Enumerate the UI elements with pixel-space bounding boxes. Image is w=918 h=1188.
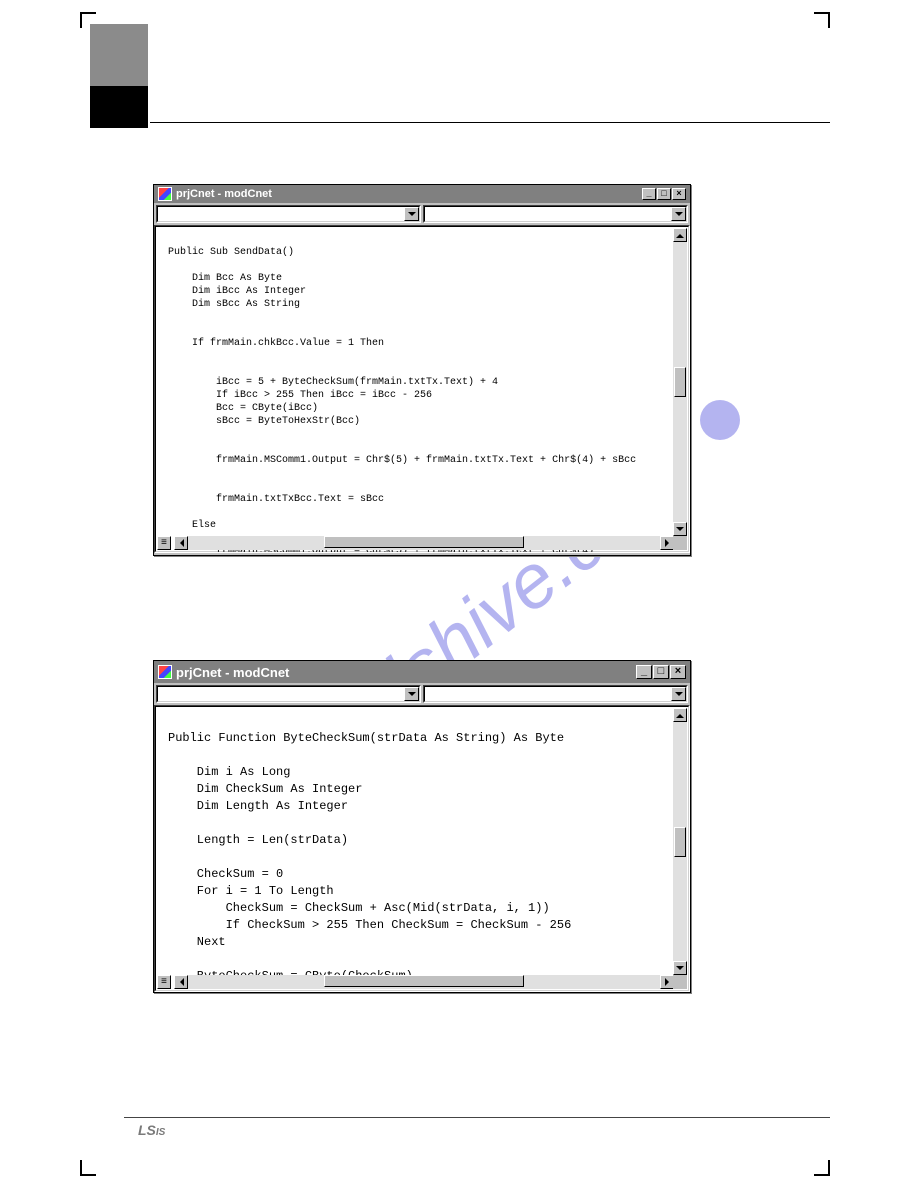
vertical-scrollbar[interactable] bbox=[673, 708, 687, 975]
chevron-down-icon[interactable] bbox=[404, 687, 419, 701]
scroll-thumb[interactable] bbox=[324, 536, 524, 548]
close-button[interactable]: × bbox=[670, 665, 686, 679]
chevron-down-icon[interactable] bbox=[671, 687, 686, 701]
code-editor[interactable]: Public Function ByteCheckSum(strData As … bbox=[154, 705, 690, 992]
scroll-down-icon[interactable] bbox=[673, 961, 687, 975]
object-proc-selectors bbox=[154, 203, 690, 225]
minimize-button[interactable]: _ bbox=[636, 665, 652, 679]
object-combo[interactable] bbox=[156, 205, 421, 223]
object-proc-selectors bbox=[154, 683, 690, 705]
minimize-button[interactable]: _ bbox=[642, 188, 656, 200]
crop-mark-tr bbox=[814, 12, 830, 28]
scroll-right-icon[interactable] bbox=[660, 975, 674, 989]
horizontal-scrollbar[interactable] bbox=[174, 536, 674, 550]
horizontal-scrollbar[interactable] bbox=[174, 975, 674, 989]
scroll-up-icon[interactable] bbox=[673, 708, 687, 722]
object-combo[interactable] bbox=[156, 685, 421, 703]
vb-module-icon bbox=[158, 187, 172, 201]
page-tab-black bbox=[90, 86, 148, 128]
footer-rule bbox=[124, 1117, 830, 1118]
scroll-corner bbox=[673, 536, 687, 550]
header-rule bbox=[150, 122, 830, 123]
code-editor[interactable]: Public Sub SendData() Dim Bcc As Byte Di… bbox=[154, 225, 690, 553]
scroll-thumb[interactable] bbox=[674, 367, 686, 397]
titlebar[interactable]: prjCnet - modCnet _ □ × bbox=[154, 185, 690, 203]
scroll-thumb[interactable] bbox=[674, 827, 686, 857]
code-window-bytechecksum: prjCnet - modCnet _ □ × Public Function … bbox=[153, 660, 691, 993]
proc-view-button[interactable]: ≡ bbox=[157, 536, 171, 550]
maximize-button[interactable]: □ bbox=[653, 665, 669, 679]
proc-view-button[interactable]: ≡ bbox=[157, 975, 171, 989]
code-text[interactable]: Public Sub SendData() Dim Bcc As Byte Di… bbox=[156, 227, 688, 553]
scroll-thumb[interactable] bbox=[324, 975, 524, 987]
scroll-left-icon[interactable] bbox=[174, 975, 188, 989]
scroll-up-icon[interactable] bbox=[673, 228, 687, 242]
vertical-scrollbar[interactable] bbox=[673, 228, 687, 536]
footer-logo: LSIS bbox=[138, 1122, 165, 1138]
scroll-right-icon[interactable] bbox=[660, 536, 674, 550]
crop-mark-br bbox=[814, 1160, 830, 1176]
close-button[interactable]: × bbox=[672, 188, 686, 200]
code-text[interactable]: Public Function ByteCheckSum(strData As … bbox=[156, 707, 688, 992]
code-window-senddata: prjCnet - modCnet _ □ × Public Sub SendD… bbox=[153, 184, 691, 556]
scroll-left-icon[interactable] bbox=[174, 536, 188, 550]
vb-module-icon bbox=[158, 665, 172, 679]
chevron-down-icon[interactable] bbox=[671, 207, 686, 221]
titlebar[interactable]: prjCnet - modCnet _ □ × bbox=[154, 661, 690, 683]
crop-mark-bl bbox=[80, 1160, 96, 1176]
scroll-corner bbox=[673, 975, 687, 989]
procedure-combo[interactable] bbox=[423, 685, 688, 703]
window-title: prjCnet - modCnet bbox=[176, 188, 272, 200]
chevron-down-icon[interactable] bbox=[404, 207, 419, 221]
window-title: prjCnet - modCnet bbox=[176, 665, 289, 680]
scroll-down-icon[interactable] bbox=[673, 522, 687, 536]
procedure-combo[interactable] bbox=[423, 205, 688, 223]
maximize-button[interactable]: □ bbox=[657, 188, 671, 200]
